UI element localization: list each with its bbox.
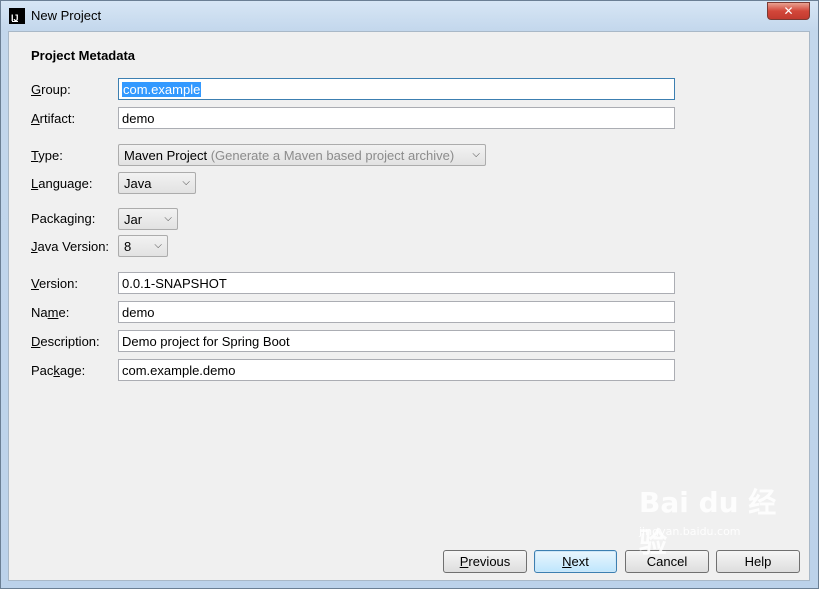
chevron-down-icon: ⌵ xyxy=(182,177,190,188)
section-title: Project Metadata xyxy=(31,48,136,63)
version-label: Version: xyxy=(31,276,78,291)
next-button[interactable]: Next xyxy=(534,550,617,573)
language-value: Java xyxy=(124,176,152,191)
previous-button[interactable]: Previous xyxy=(443,550,527,573)
language-dropdown[interactable]: Java ⌵ xyxy=(118,172,196,194)
java-version-label: Java Version: xyxy=(31,239,110,254)
close-icon: ✕ xyxy=(783,4,794,18)
group-field[interactable]: com.example xyxy=(118,78,675,100)
artifact-field[interactable]: demo xyxy=(118,107,675,129)
chevron-down-icon: ⌵ xyxy=(164,213,172,224)
version-field[interactable]: 0.0.1-SNAPSHOT xyxy=(118,272,675,294)
java-version-dropdown[interactable]: 8 ⌵ xyxy=(118,235,168,257)
package-field[interactable]: com.example.demo xyxy=(118,359,675,381)
chevron-down-icon: ⌵ xyxy=(472,149,480,160)
chevron-down-icon: ⌵ xyxy=(154,240,162,251)
type-dropdown[interactable]: Maven Project (Generate a Maven based pr… xyxy=(118,144,486,166)
intellij-idea-icon: IJ xyxy=(9,8,25,24)
new-project-window: IJ New Project ✕ Project Metadata Group:… xyxy=(0,0,819,589)
packaging-dropdown[interactable]: Jar ⌵ xyxy=(118,208,178,230)
window-title: New Project xyxy=(31,8,102,23)
language-label: Language: xyxy=(31,176,93,191)
name-field[interactable]: demo xyxy=(118,301,675,323)
group-label: Group: xyxy=(31,82,71,97)
name-label: Name: xyxy=(31,305,70,320)
help-button[interactable]: Help xyxy=(716,550,800,573)
type-label: Type: xyxy=(31,148,63,163)
package-label: Package: xyxy=(31,363,86,378)
packaging-label: Packaging: xyxy=(31,211,96,226)
type-value: Maven Project xyxy=(124,148,208,163)
packaging-value: Jar xyxy=(124,212,143,227)
description-field[interactable]: Demo project for Spring Boot xyxy=(118,330,675,352)
group-value: com.example xyxy=(122,82,202,97)
type-hint: (Generate a Maven based project archive) xyxy=(210,148,455,163)
title-bar[interactable]: IJ New Project ✕ xyxy=(1,1,818,30)
close-button[interactable]: ✕ xyxy=(767,2,810,20)
description-label: Description: xyxy=(31,334,100,349)
baidu-watermark: Bai du 经验 jingyan.baidu.com xyxy=(639,486,777,559)
artifact-label: Artifact: xyxy=(31,111,76,126)
java-version-value: 8 xyxy=(124,239,132,254)
